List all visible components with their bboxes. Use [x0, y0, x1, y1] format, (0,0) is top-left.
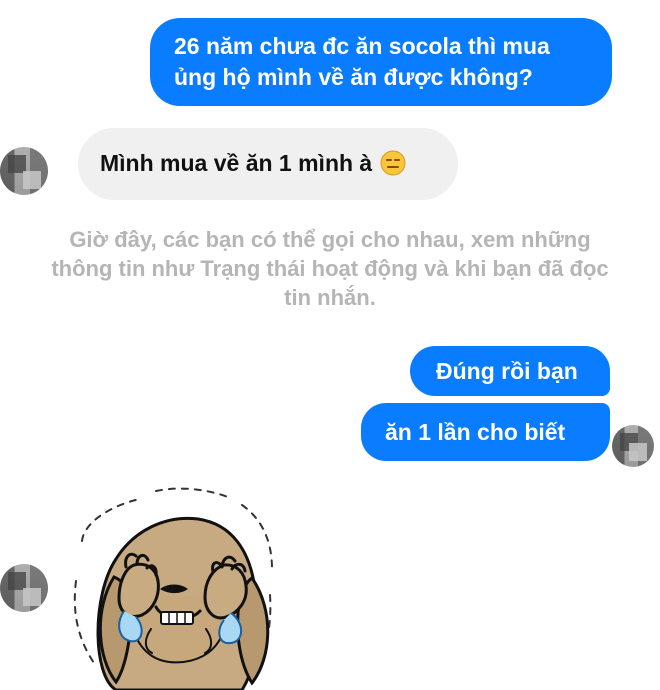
message-line-2: ủng hộ mình về ăn được không? [174, 64, 533, 90]
sender-avatar[interactable] [0, 147, 48, 195]
outgoing-message-text: ăn 1 lần cho biết [385, 419, 566, 445]
system-notice-line-1: Giờ đây, các bạn có thể gọi cho nhau, xe… [69, 227, 591, 252]
outgoing-message-bubble[interactable]: Đúng rồi bạn [410, 346, 610, 396]
read-receipt-avatar[interactable] [612, 425, 654, 467]
outgoing-message-bubble[interactable]: 26 năm chưa đc ăn socola thì mua ủng hộ … [150, 18, 612, 106]
expressionless-face-icon [380, 150, 406, 176]
outgoing-message-text: Đúng rồi bạn [436, 358, 578, 384]
incoming-message-text: Mình mua về ăn 1 mình à [100, 150, 373, 176]
sender-avatar[interactable] [0, 564, 48, 612]
system-notice-line-2: thông tin như Trạng thái hoạt động và kh… [51, 256, 609, 281]
system-notice-line-3: tin nhắn. [284, 285, 376, 310]
outgoing-message-bubble[interactable]: ăn 1 lần cho biết [361, 403, 610, 461]
crying-puppy-sticker[interactable] [58, 485, 298, 690]
incoming-message-bubble[interactable]: Mình mua về ăn 1 mình à [78, 128, 458, 200]
message-line-1: 26 năm chưa đc ăn socola thì mua [174, 33, 550, 59]
crying-puppy-sticker-art [73, 487, 273, 690]
chat-window: 26 năm chưa đc ăn socola thì mua ủng hộ … [0, 0, 660, 690]
system-notice: Giờ đây, các bạn có thể gọi cho nhau, xe… [0, 225, 660, 312]
